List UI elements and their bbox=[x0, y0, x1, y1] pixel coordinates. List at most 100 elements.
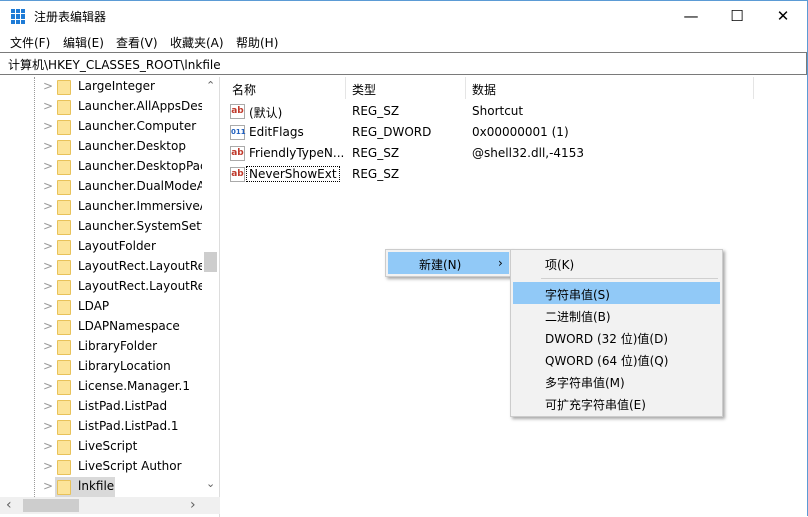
tree-item[interactable]: > Launcher.SystemSettings bbox=[0, 217, 202, 237]
scroll-right-arrow-icon[interactable]: › bbox=[190, 497, 196, 513]
expand-chevron-icon[interactable]: > bbox=[43, 259, 53, 273]
tree-item-label: LayoutRect.LayoutRect bbox=[78, 259, 202, 273]
tree-item-label: Launcher.AllAppsDesktopApplication bbox=[78, 99, 202, 113]
expand-chevron-icon[interactable]: > bbox=[43, 299, 53, 313]
maximize-button[interactable]: ☐ bbox=[714, 1, 760, 31]
expand-chevron-icon[interactable]: > bbox=[43, 359, 53, 373]
tree-item[interactable]: > Launcher.ImmersiveApplication bbox=[0, 197, 202, 217]
tree-item-label: lnkfile bbox=[78, 479, 115, 493]
value-row[interactable]: ab (默认) REG_SZ Shortcut bbox=[224, 101, 808, 122]
menu-view[interactable]: 查看(V) bbox=[116, 34, 158, 51]
minimize-button[interactable]: — bbox=[668, 1, 714, 31]
expand-chevron-icon[interactable]: > bbox=[43, 179, 53, 193]
expand-chevron-icon[interactable]: > bbox=[43, 279, 53, 293]
tree-item[interactable]: > LiveScript bbox=[0, 437, 202, 457]
tree-item[interactable]: > Launcher.Desktop bbox=[0, 137, 202, 157]
submenu-item[interactable]: 多字符串值(M) bbox=[513, 370, 720, 392]
submenu-item[interactable]: 二进制值(B) bbox=[513, 304, 720, 326]
tree-item-label: Launcher.DualModeApplication bbox=[78, 179, 202, 193]
tree-item[interactable]: > LargeInteger bbox=[0, 77, 202, 97]
submenu-item[interactable]: 项(K) bbox=[513, 252, 720, 274]
column-divider bbox=[753, 77, 754, 99]
tree-item[interactable]: > ListPad.ListPad.1 bbox=[0, 417, 202, 437]
folder-icon bbox=[57, 280, 71, 295]
menu-item-label: 二进制值(B) bbox=[545, 310, 611, 324]
scroll-thumb[interactable] bbox=[23, 499, 79, 512]
expand-chevron-icon[interactable]: > bbox=[43, 379, 53, 393]
expand-chevron-icon[interactable]: > bbox=[43, 159, 53, 173]
tree-item[interactable]: > LibraryLocation bbox=[0, 357, 202, 377]
address-bar[interactable]: 计算机\HKEY_CLASSES_ROOT\lnkfile bbox=[0, 52, 807, 75]
tree-item[interactable]: > License.Manager.1 bbox=[0, 377, 202, 397]
tree-item[interactable]: > Launcher.DesktopPackagedApplication bbox=[0, 157, 202, 177]
folder-icon bbox=[57, 140, 71, 155]
scroll-thumb[interactable] bbox=[204, 252, 217, 272]
expand-chevron-icon[interactable]: > bbox=[43, 399, 53, 413]
folder-icon bbox=[57, 180, 71, 195]
tree-item-label: LayoutRect.LayoutRect.1 bbox=[78, 279, 202, 293]
column-header-name[interactable]: 名称 bbox=[232, 81, 256, 98]
tree-item[interactable]: > LDAP bbox=[0, 297, 202, 317]
folder-icon bbox=[57, 440, 71, 455]
folder-icon bbox=[57, 380, 71, 395]
expand-chevron-icon[interactable]: > bbox=[43, 479, 53, 493]
menu-item-label: 字符串值(S) bbox=[545, 288, 610, 302]
expand-chevron-icon[interactable]: > bbox=[43, 239, 53, 253]
expand-chevron-icon[interactable]: > bbox=[43, 199, 53, 213]
folder-icon bbox=[57, 360, 71, 375]
scroll-down-arrow-icon[interactable]: ⌄ bbox=[206, 477, 215, 490]
tree-item[interactable]: > LayoutRect.LayoutRect.1 bbox=[0, 277, 202, 297]
column-header-type[interactable]: 类型 bbox=[352, 81, 376, 98]
expand-chevron-icon[interactable]: > bbox=[43, 79, 53, 93]
submenu-item[interactable]: QWORD (64 位)值(Q) bbox=[513, 348, 720, 370]
window-title: 注册表编辑器 bbox=[34, 10, 107, 24]
menu-file[interactable]: 文件(F) bbox=[10, 34, 50, 51]
tree-vertical-scrollbar[interactable]: ⌃ ⌄ bbox=[202, 77, 219, 497]
value-row[interactable]: 011 EditFlags REG_DWORD 0x00000001 (1) bbox=[224, 122, 808, 143]
tree-item[interactable]: > Launcher.AllAppsDesktopApplication bbox=[0, 97, 202, 117]
close-button[interactable]: ✕ bbox=[760, 1, 806, 31]
expand-chevron-icon[interactable]: > bbox=[43, 339, 53, 353]
column-header-data[interactable]: 数据 bbox=[472, 81, 496, 98]
key-tree-pane: > LargeInteger > Launcher.AllAppsDesktopApp… bbox=[0, 77, 220, 517]
value-row[interactable]: ab FriendlyTypeN... REG_SZ @shell32.dll,-41… bbox=[224, 143, 808, 164]
tree-item[interactable]: > Launcher.Computer bbox=[0, 117, 202, 137]
tree-horizontal-scrollbar[interactable]: ‹ › bbox=[0, 497, 220, 514]
tree-item[interactable]: > LibraryFolder bbox=[0, 337, 202, 357]
menu-favorites[interactable]: 收藏夹(A) bbox=[170, 34, 224, 51]
menu-help[interactable]: 帮助(H) bbox=[236, 34, 278, 51]
expand-chevron-icon[interactable]: > bbox=[43, 139, 53, 153]
expand-chevron-icon[interactable]: > bbox=[43, 439, 53, 453]
menu-separator bbox=[541, 278, 718, 279]
scroll-left-arrow-icon[interactable]: ‹ bbox=[6, 497, 12, 513]
tree-item[interactable]: > LayoutFolder bbox=[0, 237, 202, 257]
tree-item-label: License.Manager.1 bbox=[78, 379, 191, 393]
tree-item[interactable]: > LiveScript Author bbox=[0, 457, 202, 477]
tree-item[interactable]: > LDAPNamespace bbox=[0, 317, 202, 337]
value-row[interactable]: ab NeverShowExt REG_SZ bbox=[224, 164, 808, 185]
menu-item-new[interactable]: 新建(N) › bbox=[388, 252, 509, 274]
tree-item[interactable]: > Launcher.DualModeApplication bbox=[0, 177, 202, 197]
value-type: REG_SZ bbox=[352, 167, 400, 181]
expand-chevron-icon[interactable]: > bbox=[43, 419, 53, 433]
tree-item-label: Launcher.ImmersiveApplication bbox=[78, 199, 202, 213]
expand-chevron-icon[interactable]: > bbox=[43, 119, 53, 133]
tree-item-label: LibraryFolder bbox=[78, 339, 158, 353]
submenu-item[interactable]: DWORD (32 位)值(D) bbox=[513, 326, 720, 348]
scroll-up-arrow-icon[interactable]: ⌃ bbox=[206, 79, 215, 92]
menu-edit[interactable]: 编辑(E) bbox=[63, 34, 104, 51]
tree-item[interactable]: > ListPad.ListPad bbox=[0, 397, 202, 417]
expand-chevron-icon[interactable]: > bbox=[43, 459, 53, 473]
expand-chevron-icon[interactable]: > bbox=[43, 219, 53, 233]
tree-item-label: Launcher.Desktop bbox=[78, 139, 186, 153]
tree-item-label: Launcher.SystemSettings bbox=[78, 219, 202, 233]
list-header: 名称 类型 数据 bbox=[224, 77, 808, 99]
tree-item[interactable]: > LayoutRect.LayoutRect bbox=[0, 257, 202, 277]
string-value-icon: ab bbox=[230, 167, 245, 182]
submenu-item[interactable]: 可扩充字符串值(E) bbox=[513, 392, 720, 414]
submenu-item[interactable]: 字符串值(S) bbox=[513, 282, 720, 304]
expand-chevron-icon[interactable]: > bbox=[43, 99, 53, 113]
expand-chevron-icon[interactable]: > bbox=[43, 319, 53, 333]
tree-item[interactable]: > lnkfile bbox=[0, 477, 202, 497]
folder-icon bbox=[57, 220, 71, 235]
